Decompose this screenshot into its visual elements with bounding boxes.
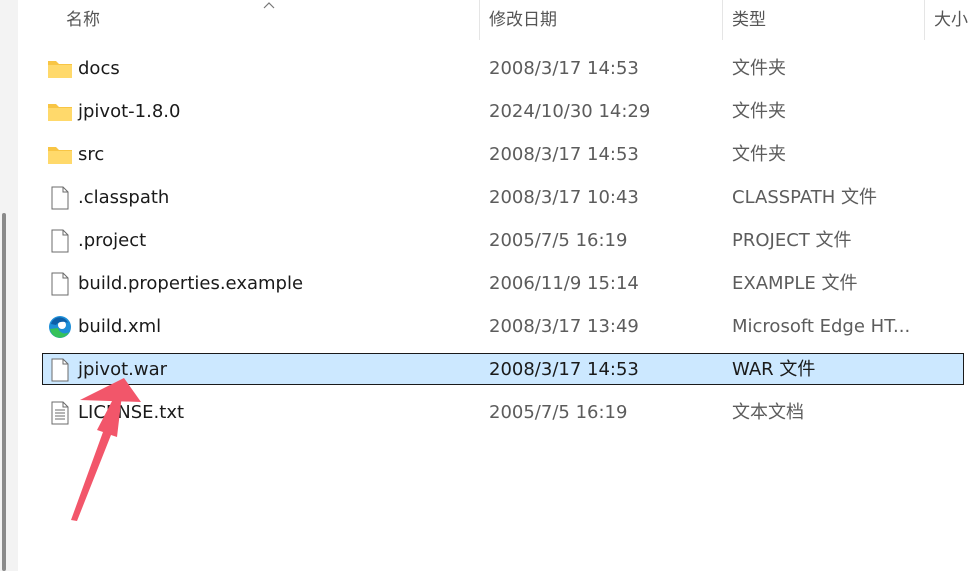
file-date: 2005/7/5 16:19 xyxy=(489,230,628,251)
file-row-build-xml[interactable]: build.xml 2008/3/17 13:49 Microsoft Edge… xyxy=(0,305,976,348)
file-row-jpivot-1-8-0[interactable]: jpivot-1.8.0 2024/10/30 14:29 文件夹 xyxy=(0,90,976,133)
file-date: 2008/3/17 14:53 xyxy=(489,144,639,165)
file-icon xyxy=(51,186,69,210)
file-row-jpivot-war[interactable]: jpivot.war 2008/3/17 14:53 WAR 文件 xyxy=(0,353,976,396)
file-type: PROJECT 文件 xyxy=(732,230,852,251)
column-header: 名称 修改日期 类型 大小 xyxy=(18,0,976,40)
file-row-src[interactable]: src 2008/3/17 14:53 文件夹 xyxy=(0,133,976,176)
file-type: 文件夹 xyxy=(732,101,786,122)
file-type: 文本文档 xyxy=(732,402,804,423)
edge-icon xyxy=(49,316,71,338)
folder-icon xyxy=(48,147,72,164)
file-name: jpivot.war xyxy=(78,359,168,380)
file-type: CLASSPATH 文件 xyxy=(732,187,878,208)
file-name: .project xyxy=(78,230,147,251)
file-type: WAR 文件 xyxy=(732,359,816,380)
column-divider[interactable] xyxy=(924,0,925,40)
file-row-build-properties-example[interactable]: build.properties.example 2006/11/9 15:14… xyxy=(0,262,976,305)
file-date: 2005/7/5 16:19 xyxy=(489,402,628,423)
file-name: LICENSE.txt xyxy=(78,402,185,423)
file-type: Microsoft Edge HT... xyxy=(732,316,911,337)
file-row-license-txt[interactable]: LICENSE.txt 2005/7/5 16:19 文本文档 xyxy=(0,391,976,434)
file-name: src xyxy=(78,144,105,165)
text-file-icon xyxy=(51,401,69,425)
column-modified-header[interactable]: 修改日期 xyxy=(489,0,557,40)
file-type: 文件夹 xyxy=(732,144,786,165)
file-date: 2008/3/17 14:53 xyxy=(489,58,639,79)
column-divider[interactable] xyxy=(479,0,480,40)
file-name: .classpath xyxy=(78,187,170,208)
file-name: build.properties.example xyxy=(78,273,304,294)
file-name: jpivot-1.8.0 xyxy=(78,101,181,122)
file-date: 2008/3/17 13:49 xyxy=(489,316,639,337)
column-size-header[interactable]: 大小 xyxy=(934,0,976,40)
column-name-header[interactable]: 名称 xyxy=(66,0,100,40)
file-date: 2008/3/17 10:43 xyxy=(489,187,639,208)
file-type: 文件夹 xyxy=(732,58,786,79)
folder-icon xyxy=(48,61,72,78)
file-name: docs xyxy=(78,58,120,79)
file-row-docs[interactable]: docs 2008/3/17 14:53 文件夹 xyxy=(0,47,976,90)
file-date: 2024/10/30 14:29 xyxy=(489,101,651,122)
file-name: build.xml xyxy=(78,316,162,337)
column-type-header[interactable]: 类型 xyxy=(732,0,766,40)
column-divider[interactable] xyxy=(722,0,723,40)
file-row-classpath[interactable]: .classpath 2008/3/17 10:43 CLASSPATH 文件 xyxy=(0,176,976,219)
folder-icon xyxy=(48,104,72,121)
file-icon xyxy=(51,358,69,382)
file-icon xyxy=(51,272,69,296)
file-icon xyxy=(51,229,69,253)
file-type: EXAMPLE 文件 xyxy=(732,273,858,294)
file-date: 2006/11/9 15:14 xyxy=(489,273,639,294)
file-date: 2008/3/17 14:53 xyxy=(489,359,639,380)
sort-ascending-icon xyxy=(263,2,275,9)
file-row-project[interactable]: .project 2005/7/5 16:19 PROJECT 文件 xyxy=(0,219,976,262)
